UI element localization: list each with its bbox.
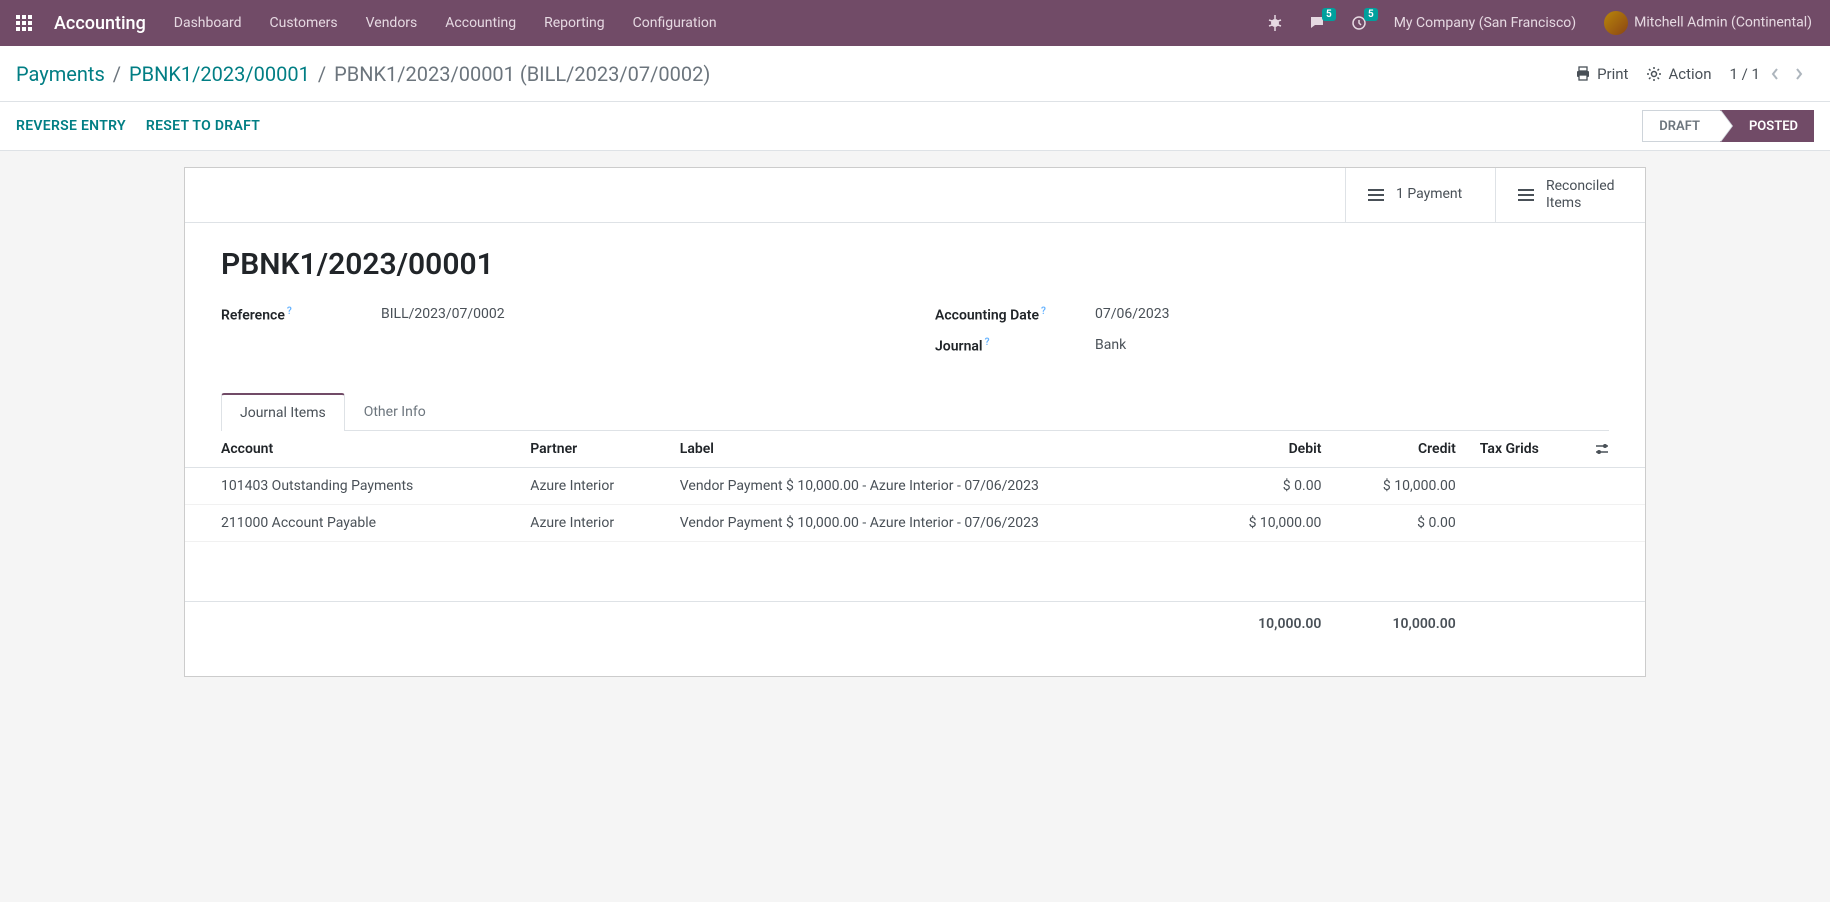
- activities-badge: 5: [1364, 8, 1378, 21]
- print-button[interactable]: Print: [1575, 65, 1628, 83]
- table-totals-row: 10,000.00 10,000.00: [185, 601, 1645, 646]
- bars-icon: [1366, 185, 1386, 205]
- cell-credit: $ 0.00: [1333, 504, 1467, 541]
- stat-payment-button[interactable]: 1 Payment: [1345, 168, 1495, 222]
- cell-label: Vendor Payment $ 10,000.00 - Azure Inter…: [668, 504, 1199, 541]
- menu-reporting[interactable]: Reporting: [530, 0, 619, 46]
- status-draft[interactable]: DRAFT: [1642, 110, 1720, 142]
- status-posted[interactable]: POSTED: [1720, 110, 1814, 142]
- reset-to-draft-button[interactable]: RESET TO DRAFT: [146, 118, 260, 134]
- breadcrumb-payments[interactable]: Payments: [16, 62, 105, 86]
- cell-account: 211000 Account Payable: [185, 504, 518, 541]
- stat-reconciled-label-1: Reconciled: [1546, 178, 1615, 195]
- navbar-right: 5 5 My Company (San Francisco) Mitchell …: [1258, 6, 1822, 40]
- journal-value[interactable]: Bank: [1095, 337, 1126, 355]
- journal-items-table: Account Partner Label Debit Credit Tax G…: [185, 431, 1645, 646]
- chevron-right-icon: [1794, 67, 1804, 81]
- button-box: 1 Payment Reconciled Items: [185, 168, 1645, 223]
- bars-icon: [1516, 185, 1536, 205]
- main-menu: Dashboard Customers Vendors Accounting R…: [160, 0, 731, 46]
- app-brand[interactable]: Accounting: [40, 13, 160, 34]
- pager-prev[interactable]: [1770, 67, 1790, 81]
- breadcrumb-separator: /: [318, 62, 326, 86]
- tab-journal-items[interactable]: Journal Items: [221, 393, 345, 431]
- company-selector[interactable]: My Company (San Francisco): [1384, 15, 1586, 31]
- cell-account: 101403 Outstanding Payments: [185, 467, 518, 504]
- status-bar: REVERSE ENTRY RESET TO DRAFT DRAFT POSTE…: [0, 102, 1830, 151]
- breadcrumb-separator: /: [113, 62, 121, 86]
- cell-label: Vendor Payment $ 10,000.00 - Azure Inter…: [668, 467, 1199, 504]
- action-button[interactable]: Action: [1646, 65, 1711, 83]
- reference-label: Reference?: [221, 306, 381, 324]
- total-debit: 10,000.00: [1199, 601, 1333, 646]
- table-row[interactable]: 211000 Account Payable Azure Interior Ve…: [185, 504, 1645, 541]
- pager-next[interactable]: [1794, 67, 1814, 81]
- help-icon[interactable]: ?: [287, 306, 292, 317]
- debug-icon[interactable]: [1258, 6, 1292, 40]
- print-icon: [1575, 66, 1591, 82]
- messages-badge: 5: [1322, 8, 1336, 21]
- col-options[interactable]: [1583, 431, 1645, 468]
- main-navbar: Accounting Dashboard Customers Vendors A…: [0, 0, 1830, 46]
- accounting-date-value[interactable]: 07/06/2023: [1095, 306, 1170, 324]
- user-name: Mitchell Admin (Continental): [1634, 15, 1812, 31]
- col-account[interactable]: Account: [185, 431, 518, 468]
- cell-debit: $ 10,000.00: [1199, 504, 1333, 541]
- table-empty-row: [185, 541, 1645, 601]
- sliders-icon: [1595, 442, 1609, 456]
- gear-icon: [1646, 66, 1662, 82]
- cell-partner: Azure Interior: [518, 467, 668, 504]
- tabs: Journal Items Other Info: [221, 393, 1609, 431]
- col-debit[interactable]: Debit: [1199, 431, 1333, 468]
- stat-reconciled-label-2: Items: [1546, 195, 1615, 212]
- user-menu[interactable]: Mitchell Admin (Continental): [1594, 11, 1822, 35]
- breadcrumb: Payments / PBNK1/2023/00001 / PBNK1/2023…: [16, 62, 710, 86]
- col-label[interactable]: Label: [668, 431, 1199, 468]
- menu-dashboard[interactable]: Dashboard: [160, 0, 256, 46]
- record-title: PBNK1/2023/00001: [221, 247, 1609, 282]
- menu-accounting[interactable]: Accounting: [431, 0, 530, 46]
- col-credit[interactable]: Credit: [1333, 431, 1467, 468]
- cell-credit: $ 10,000.00: [1333, 467, 1467, 504]
- col-tax-grids[interactable]: Tax Grids: [1468, 431, 1583, 468]
- chevron-left-icon: [1770, 67, 1780, 81]
- cell-debit: $ 0.00: [1199, 467, 1333, 504]
- status-arrows: DRAFT POSTED: [1642, 110, 1814, 142]
- accounting-date-label: Accounting Date?: [935, 306, 1095, 324]
- total-credit: 10,000.00: [1333, 601, 1467, 646]
- col-partner[interactable]: Partner: [518, 431, 668, 468]
- control-bar: Payments / PBNK1/2023/00001 / PBNK1/2023…: [0, 46, 1830, 102]
- pager-count: 1 / 1: [1730, 65, 1761, 83]
- cell-tax-grids: [1468, 467, 1583, 504]
- cell-tax-grids: [1468, 504, 1583, 541]
- pager: 1 / 1: [1730, 65, 1815, 83]
- menu-vendors[interactable]: Vendors: [352, 0, 432, 46]
- menu-customers[interactable]: Customers: [256, 0, 352, 46]
- apps-icon[interactable]: [8, 7, 40, 39]
- journal-label: Journal?: [935, 337, 1095, 355]
- print-label: Print: [1597, 65, 1628, 83]
- reverse-entry-button[interactable]: REVERSE ENTRY: [16, 118, 126, 134]
- messages-icon[interactable]: 5: [1300, 6, 1334, 40]
- avatar: [1604, 11, 1628, 35]
- cell-partner: Azure Interior: [518, 504, 668, 541]
- stat-reconciled-button[interactable]: Reconciled Items: [1495, 168, 1645, 222]
- activities-icon[interactable]: 5: [1342, 6, 1376, 40]
- stat-payment-label: 1 Payment: [1396, 186, 1462, 203]
- menu-configuration[interactable]: Configuration: [619, 0, 731, 46]
- form-sheet: 1 Payment Reconciled Items PBNK1/2023/00…: [184, 167, 1646, 677]
- breadcrumb-entry[interactable]: PBNK1/2023/00001: [129, 62, 310, 86]
- breadcrumb-current: PBNK1/2023/00001 (BILL/2023/07/0002): [334, 62, 710, 86]
- reference-value[interactable]: BILL/2023/07/0002: [381, 306, 505, 324]
- tab-other-info[interactable]: Other Info: [345, 393, 445, 431]
- help-icon[interactable]: ?: [985, 337, 990, 348]
- action-label: Action: [1668, 65, 1711, 83]
- table-row[interactable]: 101403 Outstanding Payments Azure Interi…: [185, 467, 1645, 504]
- help-icon[interactable]: ?: [1041, 306, 1046, 317]
